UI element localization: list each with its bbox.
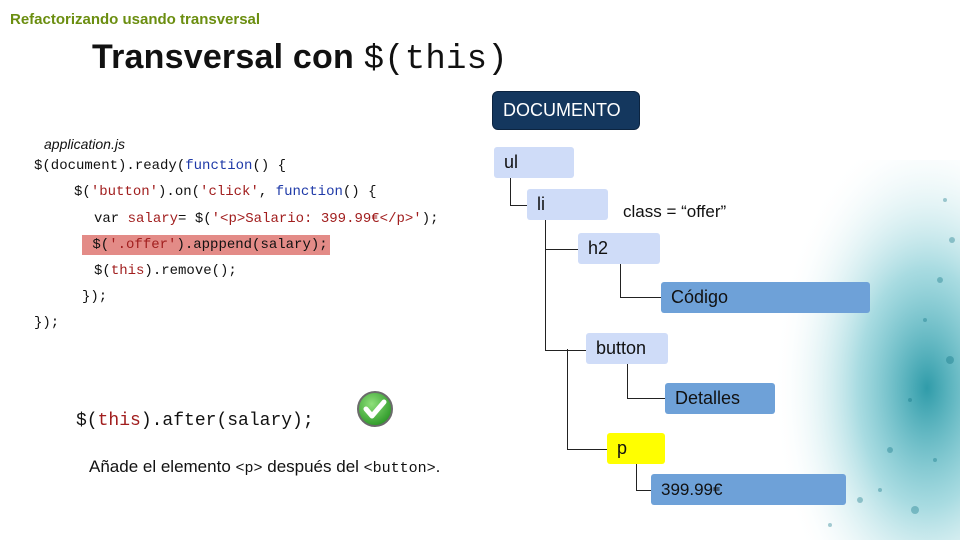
tree-node-p: p	[607, 433, 665, 464]
section-heading: Refactorizando usando transversal	[10, 11, 261, 28]
tree-connector	[545, 220, 579, 250]
li-class-label: class = “offer”	[623, 202, 727, 221]
code-line-2: $('button').on('click', function() {	[74, 184, 377, 200]
code-line-1: $(document).ready(function() {	[34, 158, 287, 174]
tree-node-button: button	[586, 333, 668, 364]
tree-node-ul: ul	[494, 147, 574, 178]
code-line-5: $(this).remove();	[94, 263, 237, 279]
tree-root-documento: DOCUMENTO	[492, 91, 640, 130]
tree-node-codigo: Código	[661, 282, 870, 313]
check-circle-icon	[357, 391, 393, 427]
tree-node-salary-value: 399.99€	[651, 474, 846, 505]
tree-connector	[567, 349, 608, 450]
title-code: $(this)	[363, 41, 508, 79]
tree-connector	[627, 364, 666, 399]
code-line-7: });	[34, 315, 60, 331]
title-text: Transversal con	[92, 38, 364, 76]
code-line-4: $('.offer').apppend(salary);	[82, 235, 330, 255]
code-filename: application.js	[44, 136, 125, 152]
tree-node-h2: h2	[578, 233, 660, 264]
after-code: $(this).after(salary);	[76, 411, 314, 431]
tree-connector	[545, 249, 586, 350]
code-line-3: var salary= $('<p>Salario: 399.99€</p>')…	[94, 211, 439, 227]
tree-connector	[636, 464, 652, 491]
slide-title: Transversal con $(this)	[92, 38, 508, 79]
description: Añade el elemento <p> después del <butto…	[89, 457, 441, 477]
tree-node-li: li	[527, 189, 608, 220]
tree-connector	[620, 264, 662, 298]
tree-connector	[510, 178, 528, 206]
tree-node-detalles: Detalles	[665, 383, 775, 414]
code-line-6: });	[82, 289, 108, 305]
